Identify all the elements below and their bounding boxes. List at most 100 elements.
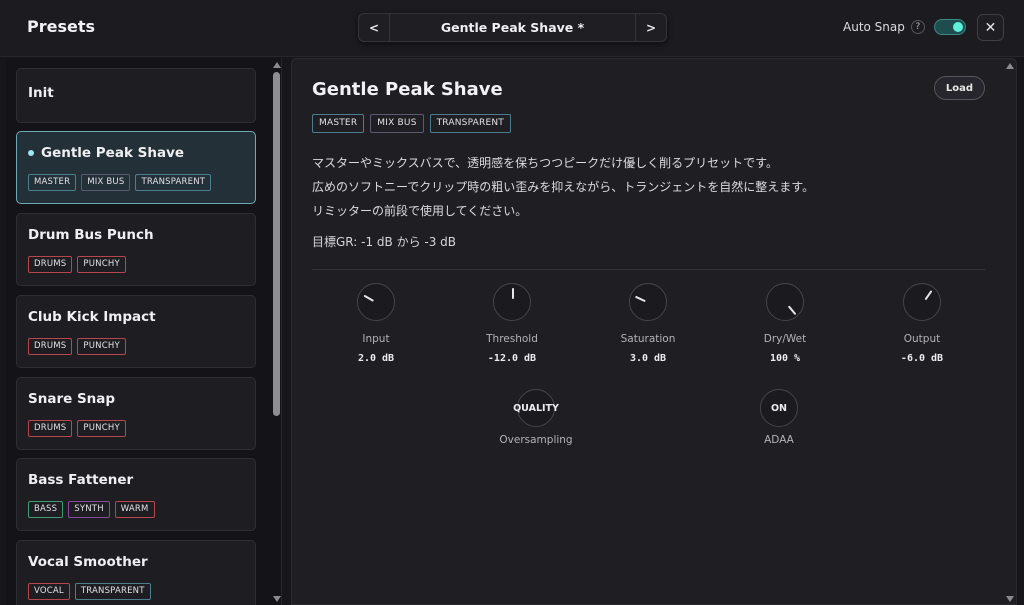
knob-output: Output -6.0 dB (872, 283, 972, 364)
description-line: マスターやミックスバスで、透明感を保ちつつピークだけ優しく削るプリセットです。 (312, 156, 778, 170)
preset-card-tags: MASTER MIX BUS TRANSPARENT (28, 174, 212, 191)
load-button[interactable]: Load (934, 76, 985, 100)
knob-label: Output (903, 333, 941, 345)
scroll-up-icon[interactable] (273, 62, 281, 68)
tag: BASS (28, 501, 64, 518)
switch-adaa: ON ADAA (719, 389, 839, 446)
detail-scroll-down-icon[interactable] (1006, 596, 1014, 602)
tag: DRUMS (28, 256, 73, 273)
preset-card-name: Club Kick Impact (28, 309, 156, 325)
close-button[interactable]: ✕ (977, 14, 1004, 41)
preset-navigator: < Gentle Peak Shave * > (358, 13, 667, 42)
tag: MIX BUS (81, 174, 131, 191)
tag: DRUMS (28, 420, 73, 437)
knob-label: Dry/Wet (763, 333, 807, 345)
detail-tags: MASTER MIX BUS TRANSPARENT (312, 114, 511, 133)
tag: TRANSPARENT (74, 583, 151, 600)
tag: TRANSPARENT (429, 114, 511, 133)
divider (312, 269, 985, 270)
saturation-knob[interactable] (629, 283, 667, 321)
knob-pointer (512, 288, 514, 299)
knob-pointer (924, 290, 933, 301)
preset-card-tags: BASS SYNTH WARM (28, 501, 155, 518)
current-preset-name[interactable]: Gentle Peak Shave * (390, 14, 635, 41)
preset-card-club-kick-impact[interactable]: Club Kick Impact DRUMS PUNCHY (16, 295, 256, 368)
tag: PUNCHY (77, 420, 126, 437)
knob-saturation: Saturation 3.0 dB (598, 283, 698, 364)
knob-pointer (363, 294, 375, 302)
adaa-button[interactable]: ON (760, 389, 798, 427)
selected-dot-icon (28, 150, 34, 156)
knob-label: Threshold (486, 333, 538, 345)
header-title: Presets (27, 17, 96, 36)
preset-card-name: Gentle Peak Shave (41, 145, 185, 161)
knob-value: -6.0 dB (900, 353, 944, 364)
auto-snap-toggle[interactable] (933, 19, 966, 35)
preset-card-gentle-peak-shave[interactable]: Gentle Peak Shave MASTER MIX BUS TRANSPA… (16, 131, 256, 204)
scroll-thumb[interactable] (273, 72, 280, 416)
description-line: リミッターの前段で使用してください。 (312, 204, 528, 218)
knob-threshold: Threshold -12.0 dB (462, 283, 562, 364)
preset-card-name: Drum Bus Punch (28, 227, 154, 243)
detail-scroll-up-icon[interactable] (1006, 63, 1014, 69)
knob-value: 100 % (769, 353, 801, 364)
toggle-knob (952, 22, 963, 32)
tag: WARM (114, 501, 155, 518)
tag: MIX BUS (370, 114, 424, 133)
tag: SYNTH (68, 501, 110, 518)
threshold-knob[interactable] (493, 283, 531, 321)
knob-value: -12.0 dB (487, 353, 537, 364)
knob-pointer (787, 305, 797, 316)
tag: VOCAL (28, 583, 70, 600)
preset-card-snare-snap[interactable]: Snare Snap DRUMS PUNCHY (16, 377, 256, 450)
knob-input: Input 2.0 dB (326, 283, 426, 364)
scroll-down-icon[interactable] (273, 596, 281, 602)
preset-card-tags: DRUMS PUNCHY (28, 256, 126, 273)
close-icon: ✕ (984, 19, 997, 36)
output-knob[interactable] (903, 283, 941, 321)
preset-card-name: Snare Snap (28, 391, 116, 407)
header-bar: Presets < Gentle Peak Shave * > Auto Sna… (0, 0, 1024, 57)
preset-card-tags: DRUMS PUNCHY (28, 420, 126, 437)
tag: DRUMS (28, 338, 73, 355)
switch-label: ADAA (764, 434, 794, 446)
input-knob[interactable] (357, 283, 395, 321)
dry-wet-knob[interactable] (766, 283, 804, 321)
preset-card-name: Init (28, 85, 54, 101)
knob-label: Input (362, 333, 390, 345)
preset-card-bass-fattener[interactable]: Bass Fattener BASS SYNTH WARM (16, 458, 256, 531)
preset-card-name: Vocal Smoother (28, 554, 148, 570)
detail-title: Gentle Peak Shave (312, 79, 503, 100)
switch-oversampling: QUALITY Oversampling (476, 389, 596, 446)
next-preset-button[interactable]: > (635, 14, 666, 41)
knob-label: Saturation (620, 333, 676, 345)
preset-detail-panel: Gentle Peak Shave Load MASTER MIX BUS TR… (291, 58, 1017, 605)
knob-value: 2.0 dB (357, 353, 395, 364)
knob-dry-wet: Dry/Wet 100 % (735, 283, 835, 364)
preset-card-name: Bass Fattener (28, 472, 134, 488)
target-gain-reduction: 目標GR: -1 dB から -3 dB (312, 235, 457, 249)
tag: PUNCHY (77, 256, 126, 273)
preset-card-tags: DRUMS PUNCHY (28, 338, 126, 355)
knob-pointer (634, 295, 646, 303)
description-line: 広めのソフトニーでクリップ時の粗い歪みを抑えながら、トランジェントを自然に整えま… (312, 180, 815, 194)
help-icon[interactable]: ? (910, 20, 925, 34)
tag: MASTER (28, 174, 77, 191)
preset-card-tags: VOCAL TRANSPARENT (28, 583, 151, 600)
tag: PUNCHY (77, 338, 126, 355)
knob-value: 3.0 dB (629, 353, 667, 364)
switch-label: Oversampling (499, 434, 573, 446)
tag: TRANSPARENT (135, 174, 212, 191)
auto-snap-control: Auto Snap ? (843, 19, 966, 35)
preset-list-panel: Init Gentle Peak Shave MASTER MIX BUS TR… (6, 58, 282, 605)
oversampling-button[interactable]: QUALITY (513, 389, 559, 427)
preset-card-drum-bus-punch[interactable]: Drum Bus Punch DRUMS PUNCHY (16, 213, 256, 286)
prev-preset-button[interactable]: < (359, 14, 390, 41)
tag: MASTER (312, 114, 365, 133)
preset-card-title: Gentle Peak Shave (28, 145, 184, 161)
preset-list-scrollbar[interactable] (272, 58, 281, 605)
preset-description: マスターやミックスバスで、透明感を保ちつつピークだけ優しく削るプリセットです。 … (312, 151, 992, 223)
auto-snap-label: Auto Snap (843, 20, 905, 34)
preset-card-init[interactable]: Init (16, 68, 256, 123)
preset-card-vocal-smoother[interactable]: Vocal Smoother VOCAL TRANSPARENT (16, 540, 256, 605)
